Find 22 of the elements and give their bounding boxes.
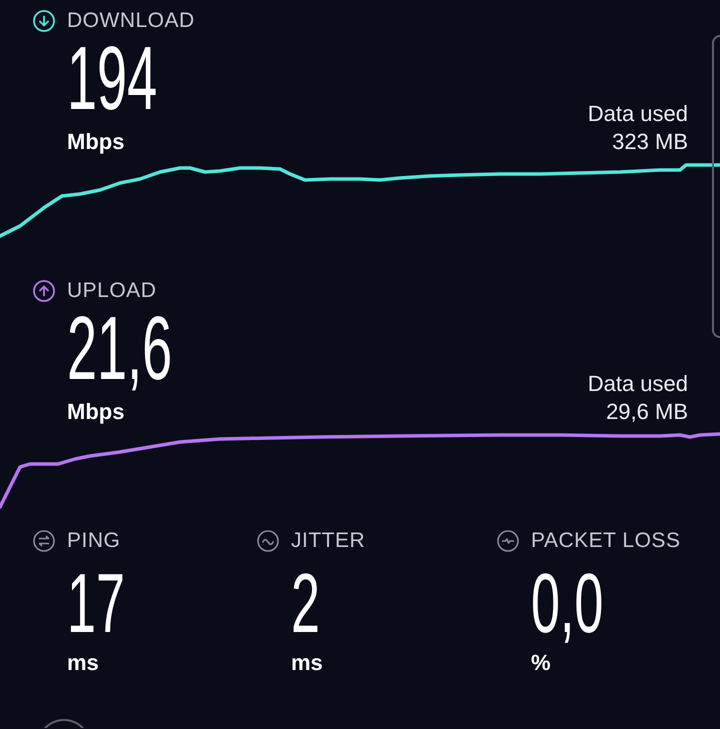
stat-label: JITTER: [291, 530, 366, 552]
speed-unit: Mbps: [67, 128, 124, 156]
speed-value: 194: [67, 34, 158, 124]
stat-label: PING: [67, 530, 120, 552]
speed-value: 21,6: [67, 304, 172, 394]
wave-circle-icon: [257, 530, 279, 552]
dash-circle-icon: [497, 530, 519, 552]
stat-unit: ms: [67, 649, 99, 677]
arrows-circle-icon: [33, 530, 55, 552]
data-used-value: 323 MB: [612, 128, 688, 156]
stat-value: 0,0: [531, 561, 604, 645]
stat-value: 17: [67, 561, 125, 645]
stat-label: PACKET LOSS: [531, 530, 680, 552]
speed-unit: Mbps: [67, 398, 124, 426]
stat-unit: ms: [291, 649, 323, 677]
stat-value: 2: [291, 561, 320, 645]
data-used-value: 29,6 MB: [606, 398, 688, 426]
test-label: DOWNLOAD: [67, 10, 195, 32]
stat-unit: %: [531, 649, 551, 677]
data-used-label: Data used: [588, 370, 688, 398]
test-label: UPLOAD: [67, 280, 156, 302]
data-used-label: Data used: [588, 100, 688, 128]
